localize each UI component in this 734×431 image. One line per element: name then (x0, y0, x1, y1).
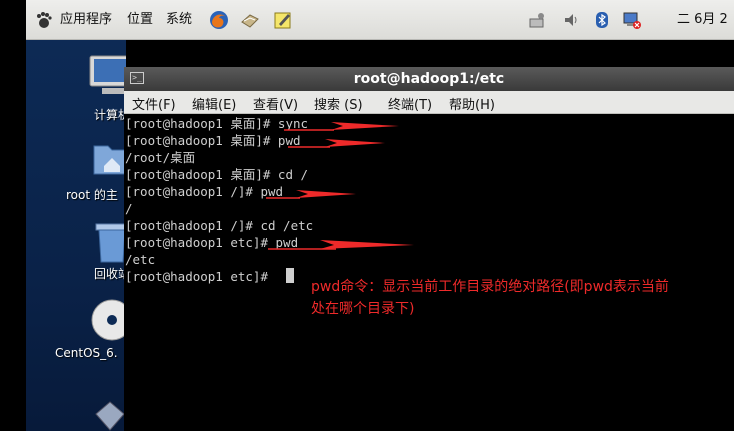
bluetooth-icon[interactable] (592, 10, 612, 30)
network-disconnected-icon[interactable] (622, 10, 642, 30)
volume-icon[interactable] (562, 10, 582, 30)
menu-system[interactable]: 系统 (166, 11, 192, 29)
cd-disc-icon[interactable] (90, 298, 126, 342)
desktop-icon-label: root 的主 (66, 188, 118, 202)
arrow-mark (296, 190, 356, 198)
gnome-foot-icon[interactable] (34, 11, 52, 29)
menu-search[interactable]: 搜索 (S) (314, 94, 363, 113)
annotation-text: 处在哪个目录下) (311, 301, 415, 317)
annotation-arrows (266, 122, 414, 250)
terminal-title: root@hadoop1:/etc (353, 71, 505, 87)
terminal-window[interactable]: >_ root@hadoop1:/etc 文件(F) 编辑(E) 查看(V) 搜… (124, 67, 734, 431)
terminal-title-bar[interactable]: >_ root@hadoop1:/etc (124, 67, 734, 92)
left-black-strip (0, 0, 26, 431)
mail-launcher-icon[interactable] (240, 10, 260, 30)
network-manager-icon[interactable] (527, 10, 547, 30)
terminal-output[interactable]: [root@hadoop1 桌面]# sync [root@hadoop1 桌面… (124, 114, 734, 431)
desktop-icon-label: CentOS_6. (55, 346, 118, 360)
menu-view[interactable]: 查看(V) (253, 94, 298, 113)
arrow-mark (331, 122, 399, 130)
panel-clock[interactable]: 二 6月 2 (677, 11, 728, 29)
arrow-mark (320, 240, 414, 249)
trash-icon[interactable] (90, 216, 126, 266)
desktop: 计算机 root 的主 回收站 CentOS_6. (26, 40, 126, 431)
desktop-icon-label: 计算机 (94, 108, 126, 122)
home-folder-icon[interactable] (90, 136, 126, 180)
terminal-menubar: 文件(F) 编辑(E) 查看(V) 搜索 (S) 终端(T) 帮助(H) (124, 91, 734, 114)
notes-launcher-icon[interactable] (273, 10, 293, 30)
menu-applications[interactable]: 应用程序 (60, 11, 112, 29)
menu-help[interactable]: 帮助(H) (449, 94, 495, 113)
arrow-mark (325, 139, 385, 147)
menu-edit[interactable]: 编辑(E) (192, 94, 236, 113)
firefox-launcher-icon[interactable] (209, 10, 229, 30)
annotation-text: pwd命令：显示当前工作目录的绝对路径(即pwd表示当前 (311, 279, 669, 295)
computer-icon[interactable] (88, 54, 126, 98)
menu-file[interactable]: 文件(F) (132, 94, 176, 113)
menu-places[interactable]: 位置 (127, 11, 153, 29)
menu-terminal[interactable]: 终端(T) (388, 94, 432, 113)
top-panel: 应用程序 位置 系统 二 6月 2 (26, 0, 734, 40)
desktop-icon-label: 回收站 (94, 267, 126, 281)
archive-file-icon[interactable] (92, 400, 126, 431)
